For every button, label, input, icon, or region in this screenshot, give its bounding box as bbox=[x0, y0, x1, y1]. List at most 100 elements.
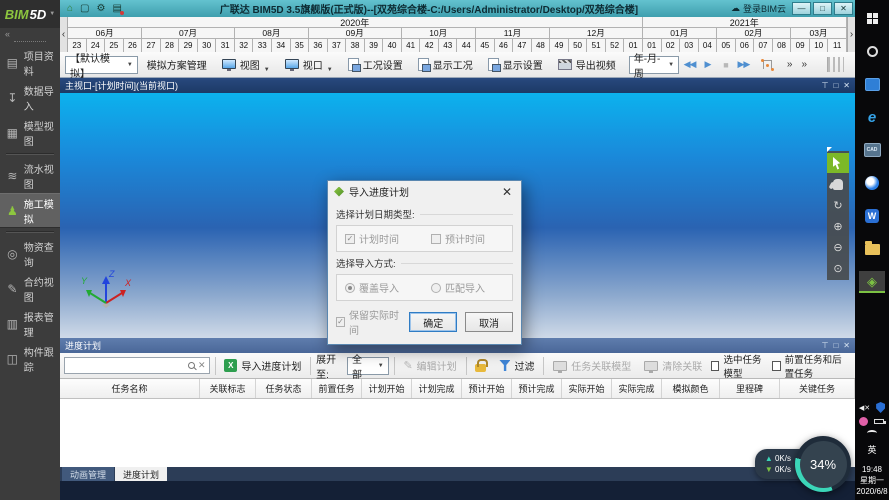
cortana-search-button[interactable] bbox=[859, 40, 885, 62]
column-header[interactable]: 模拟颜色 bbox=[662, 379, 720, 398]
sidebar-item-construction-sim[interactable]: ♟施工模拟 bbox=[0, 193, 60, 228]
import-mode-option[interactable]: 匹配导入 bbox=[431, 280, 485, 295]
pin-icon[interactable]: ⊤ bbox=[821, 81, 828, 90]
sidebar-item-flow-view[interactable]: ≋流水视图 bbox=[0, 158, 60, 193]
zoom-window-tool[interactable]: ⊙ bbox=[827, 258, 849, 278]
task-search-input[interactable] bbox=[68, 361, 185, 371]
stop-button[interactable]: ■ bbox=[718, 60, 733, 70]
sidebar-item-model-view[interactable]: ▦模型视图 bbox=[0, 115, 60, 150]
select-tool[interactable] bbox=[827, 153, 849, 173]
sidebar-collapse-button[interactable]: « bbox=[0, 28, 60, 39]
pre-post-tasks-checkbox[interactable]: 前置任务和后置任务 bbox=[772, 352, 851, 380]
volume-muted-icon[interactable]: ◀✕ bbox=[859, 404, 870, 412]
date-type-option[interactable]: ✓计划时间 bbox=[345, 231, 399, 246]
column-header[interactable]: 预计开始 bbox=[462, 379, 512, 398]
sidebar-item-material-query[interactable]: ◎物资查询 bbox=[0, 236, 60, 271]
column-header[interactable]: 预计完成 bbox=[512, 379, 562, 398]
taskbar-clock[interactable]: 19:48 星期一 2020/6/8 bbox=[856, 464, 887, 497]
tray-app-icon[interactable] bbox=[859, 417, 868, 426]
start-button[interactable] bbox=[859, 7, 885, 29]
zoom-out-tool[interactable]: ⊖ bbox=[827, 237, 849, 257]
sidebar-item-component-track[interactable]: ◫构件跟踪 bbox=[0, 341, 60, 376]
import-mode-option[interactable]: 覆盖导入 bbox=[345, 280, 399, 295]
column-header[interactable]: 计划开始 bbox=[362, 379, 412, 398]
minimize-button[interactable]: — bbox=[792, 2, 811, 15]
pin-icon[interactable]: ⊤ bbox=[821, 341, 828, 350]
column-header[interactable]: 任务名称 bbox=[60, 379, 200, 398]
task-search-box[interactable]: ✕ bbox=[64, 357, 210, 374]
column-header[interactable]: 实际开始 bbox=[562, 379, 612, 398]
keep-actual-time-checkbox[interactable]: ✓ 保留实际时间 bbox=[336, 307, 401, 337]
battery-icon[interactable] bbox=[874, 419, 884, 424]
tab-动画管理[interactable]: 动画管理 bbox=[62, 467, 114, 481]
column-header[interactable]: 实际完成 bbox=[612, 379, 662, 398]
home-icon[interactable]: ⌂ bbox=[67, 4, 73, 14]
overflow-chevron[interactable]: » bbox=[784, 59, 796, 70]
system-monitor-overlay[interactable]: ▲ 0K/s ▼ 0K/s 34% bbox=[755, 436, 851, 492]
column-header[interactable]: 里程碑 bbox=[720, 379, 780, 398]
maximize-button[interactable]: □ bbox=[813, 2, 832, 15]
sidebar-item-data-import[interactable]: ↧数据导入 bbox=[0, 80, 60, 115]
sidebar-item-report-mgmt[interactable]: ▥报表管理 bbox=[0, 306, 60, 341]
column-header[interactable]: 关键任务 bbox=[780, 379, 855, 398]
display-icon[interactable]: ▢ bbox=[80, 4, 89, 14]
expand-level-select[interactable]: 全部 ▼ bbox=[347, 357, 389, 375]
column-header[interactable]: 任务状态 bbox=[256, 379, 312, 398]
task-view-button[interactable] bbox=[859, 73, 885, 95]
zoom-in-tool[interactable]: ⊕ bbox=[827, 216, 849, 236]
security-shield-icon[interactable] bbox=[876, 402, 885, 413]
internet-explorer-button[interactable]: e bbox=[859, 106, 885, 128]
column-header[interactable]: 关联标志 bbox=[200, 379, 256, 398]
cancel-button[interactable]: 取消 bbox=[465, 312, 513, 332]
login-bim-cloud-button[interactable]: ☁ 登录BIM云 bbox=[731, 2, 786, 15]
ok-button[interactable]: 确定 bbox=[409, 312, 457, 332]
task-table-body[interactable] bbox=[60, 399, 855, 467]
file-explorer-button[interactable] bbox=[859, 238, 885, 260]
ime-indicator[interactable]: 英 bbox=[867, 443, 876, 456]
dialog-close-button[interactable]: ✕ bbox=[499, 185, 515, 199]
maximize-icon[interactable]: □ bbox=[833, 341, 838, 350]
close-icon[interactable]: ✕ bbox=[843, 341, 850, 350]
show-work-condition-button[interactable]: 显示工况 bbox=[412, 55, 479, 75]
cad-app-button[interactable]: CAD bbox=[859, 139, 885, 161]
settings-gear-icon[interactable]: ⚙ bbox=[97, 4, 106, 14]
close-icon[interactable]: ✕ bbox=[843, 81, 850, 90]
scheme-manage-button[interactable]: 模拟方案管理 bbox=[141, 55, 213, 75]
wifi-icon[interactable] bbox=[867, 430, 877, 436]
step-back-button[interactable]: ◀◀ bbox=[682, 59, 697, 70]
logo-caret-icon[interactable]: ▼ bbox=[49, 11, 55, 17]
play-button[interactable]: ▶ bbox=[700, 59, 715, 70]
memory-gauge[interactable]: 34% bbox=[795, 436, 851, 492]
step-forward-button[interactable]: ▶▶ bbox=[736, 59, 751, 70]
close-button[interactable]: ✕ bbox=[834, 2, 853, 15]
export-video-button[interactable]: 导出视频 bbox=[552, 55, 622, 75]
sidebar-item-project-info[interactable]: ▤项目资料 bbox=[0, 45, 60, 80]
edit-plan-button[interactable]: ✎ 编辑计划 bbox=[399, 358, 460, 373]
column-header[interactable]: 计划完成 bbox=[412, 379, 462, 398]
pan-tool[interactable] bbox=[827, 174, 849, 194]
sidebar-item-contract-view[interactable]: ✎合约视图 bbox=[0, 271, 60, 306]
notification-icon[interactable]: ▤ bbox=[112, 4, 121, 14]
overflow-chevron[interactable]: » bbox=[798, 59, 810, 70]
timeline-next-button[interactable]: › bbox=[847, 17, 855, 52]
work-condition-settings-button[interactable]: 工况设置 bbox=[342, 55, 409, 75]
wps-app-button[interactable]: W bbox=[859, 205, 885, 227]
clear-search-icon[interactable]: ✕ bbox=[198, 360, 206, 371]
clear-link-button[interactable]: 清除关联 bbox=[640, 358, 706, 373]
link-task-model-button[interactable]: 任务关联模型 bbox=[549, 358, 635, 373]
timeline-prev-button[interactable]: ‹ bbox=[60, 17, 68, 52]
view-button[interactable]: 视图▼ bbox=[216, 55, 276, 75]
orbit-tool[interactable]: ↻ bbox=[827, 195, 849, 215]
bim5d-app-button[interactable]: ◈ bbox=[859, 271, 885, 293]
simulation-scheme-select[interactable]: 【默认模拟】▼ bbox=[65, 56, 138, 74]
filter-button[interactable]: 过滤 bbox=[495, 358, 538, 373]
import-schedule-button[interactable]: X 导入进度计划 bbox=[220, 358, 305, 373]
date-type-option[interactable]: 预计时间 bbox=[431, 231, 485, 246]
gantt-chart-button[interactable] bbox=[813, 55, 850, 75]
tab-进度计划[interactable]: 进度计划 bbox=[115, 467, 167, 481]
selected-task-model-checkbox[interactable]: 选中任务模型 bbox=[711, 352, 767, 380]
lock-button[interactable] bbox=[471, 359, 490, 372]
maximize-icon[interactable]: □ bbox=[833, 81, 838, 90]
time-scale-select[interactable]: 年-月-周▼ bbox=[629, 56, 679, 74]
network-plan-button[interactable] bbox=[754, 55, 781, 75]
